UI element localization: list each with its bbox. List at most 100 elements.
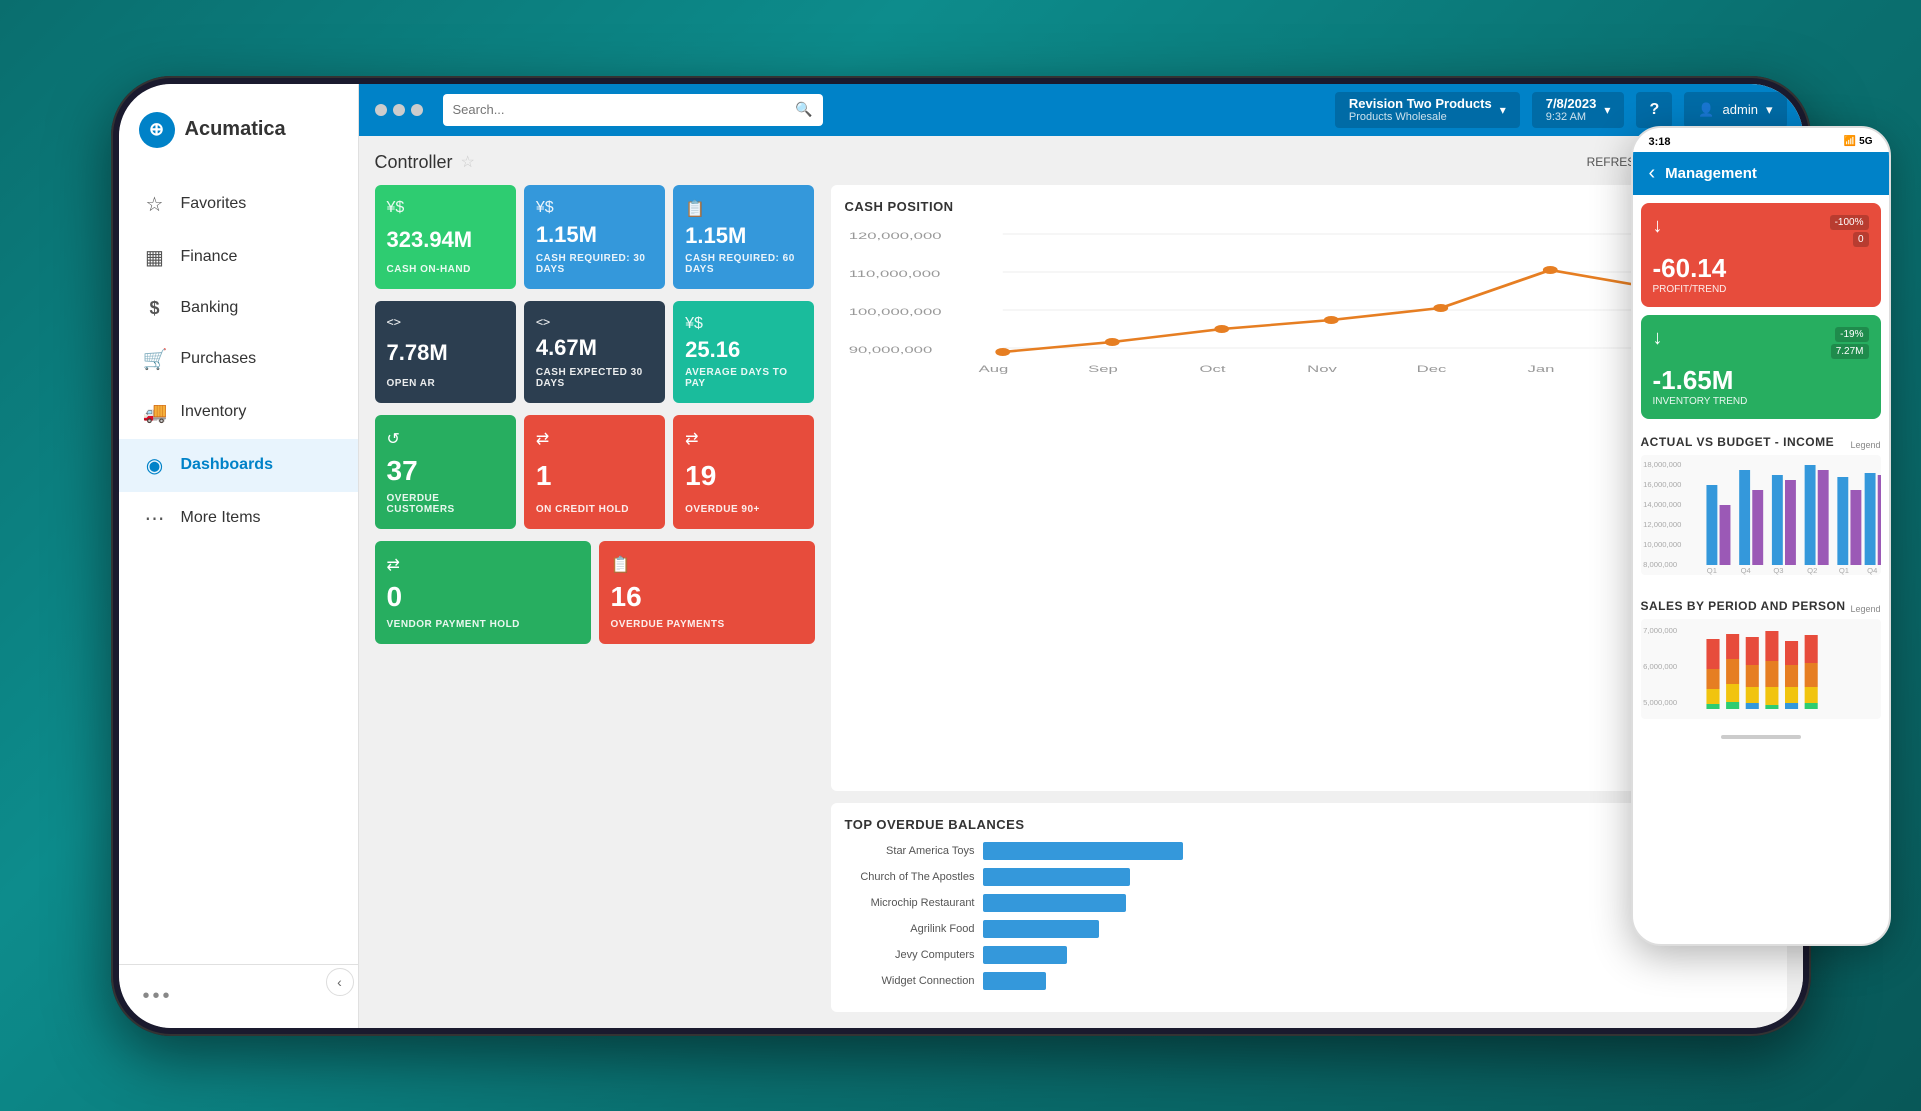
- status-card-overdue-90[interactable]: ⇄ 19 OVERDUE 90+: [673, 415, 814, 529]
- kpi-card-cash-expected[interactable]: <> 4.67M CASH EXPECTED 30 DAYS: [524, 301, 665, 403]
- svg-text:Dec: Dec: [1416, 363, 1446, 373]
- mobile-header: ‹ Management: [1633, 152, 1889, 195]
- sidebar-nav: ☆ Favorites ▦ Finance $ Banking 🛒 Purcha…: [119, 168, 358, 964]
- sidebar-logo: ⊕ Acumatica: [119, 84, 358, 168]
- kpi-label: CASH REQUIRED: 30 DAYS: [536, 253, 653, 275]
- mobile-inventory-trend-card[interactable]: ↓ -19% 7.27M -1.65M INVENTORY TREND: [1641, 315, 1881, 419]
- status-card-credit-hold[interactable]: ⇄ 1 ON CREDIT HOLD: [524, 415, 665, 529]
- logo-icon: ⊕: [139, 112, 175, 148]
- overdue-bar-fill: [983, 894, 1126, 912]
- kpi-card-cash-req-30[interactable]: ¥$ 1.15M CASH REQUIRED: 30 DAYS: [524, 185, 665, 289]
- sidebar-collapse-button[interactable]: ‹: [326, 968, 354, 996]
- svg-text:Aug: Aug: [978, 363, 1008, 373]
- search-bar[interactable]: 🔍: [443, 94, 823, 126]
- sidebar-item-finance[interactable]: ▦ Finance: [119, 231, 358, 284]
- page-header: Controller ☆ REFRESH ALL DESIGN TOOLS: [375, 152, 1787, 173]
- svg-text:10,000,000: 10,000,000: [1643, 540, 1681, 549]
- favorite-star-icon[interactable]: ☆: [461, 152, 475, 172]
- logo-text: Acumatica: [185, 118, 286, 141]
- status-card-vendor-hold[interactable]: ⇄ 0 VENDOR PAYMENT HOLD: [375, 541, 591, 644]
- yen-dollar-icon: ¥$: [685, 315, 703, 333]
- svg-text:110,000,000: 110,000,000: [848, 268, 940, 278]
- mobile-back-icon[interactable]: ‹: [1649, 162, 1656, 185]
- time-value: 9:32 AM: [1546, 111, 1597, 123]
- inventory-icon: 🚚: [143, 400, 167, 425]
- window-dot-2: [393, 104, 405, 116]
- user-button[interactable]: 👤 admin ▾: [1684, 92, 1786, 128]
- kpi-card-cash-on-hand[interactable]: ¥$ 323.94M CASH ON-HAND: [375, 185, 516, 289]
- kpi-card-avg-days[interactable]: ¥$ 25.16 AVERAGE DAYS TO PAY: [673, 301, 814, 403]
- status-card-overdue-customers[interactable]: ↺ 37 OVERDUE CUSTOMERS: [375, 415, 516, 529]
- banking-icon: $: [143, 298, 167, 319]
- status-label: VENDOR PAYMENT HOLD: [387, 619, 579, 630]
- sidebar-item-dashboards[interactable]: ◉ Dashboards: [119, 439, 358, 492]
- svg-text:100,000,000: 100,000,000: [848, 306, 941, 316]
- sidebar-item-favorites[interactable]: ☆ Favorites: [119, 178, 358, 231]
- device-screen: ⊕ Acumatica ☆ Favorites ▦ Finance $ Bank…: [119, 84, 1803, 1028]
- status-value: 1: [536, 460, 653, 492]
- date-selector[interactable]: 7/8/2023 9:32 AM ▾: [1532, 92, 1625, 128]
- kpi-value: 7.78M: [387, 342, 504, 364]
- svg-text:Q1: Q1: [1838, 566, 1848, 575]
- mobile-profit-value: -60.14: [1653, 253, 1869, 284]
- svg-text:7,000,000: 7,000,000: [1643, 626, 1677, 635]
- overdue-bar-fill: [983, 920, 1099, 938]
- mobile-sub-badge: 0: [1853, 232, 1869, 247]
- left-panels: ¥$ 323.94M CASH ON-HAND ¥$ 1.15M CASH: [375, 185, 815, 1012]
- mobile-frame: 3:18 📶 5G ‹ Management ↓ -100% 0 -60.14 …: [1631, 126, 1891, 946]
- more-dots: •••: [143, 985, 173, 1007]
- status-card-overdue-payments[interactable]: 📋 16 OVERDUE PAYMENTS: [599, 541, 815, 644]
- kpi-card-cash-req-60[interactable]: 📋 1.15M CASH REQUIRED: 60 DAYS: [673, 185, 814, 289]
- status-label: OVERDUE 90+: [685, 504, 802, 515]
- sidebar-item-purchases[interactable]: 🛒 Purchases: [119, 333, 358, 386]
- mobile-inventory-label: INVENTORY TREND: [1653, 396, 1869, 407]
- mobile-badge-group: -100% 0: [1830, 215, 1869, 247]
- kpi-card-open-ar[interactable]: <> 7.78M OPEN AR: [375, 301, 516, 403]
- mobile-down-arrow-icon: ↓: [1653, 215, 1663, 238]
- mobile-actual-vs-budget-section: ACTUAL VS BUDGET - INCOME Legend 18,000,…: [1633, 427, 1889, 591]
- svg-text:Q4: Q4: [1740, 566, 1750, 575]
- svg-text:Jan: Jan: [1527, 363, 1554, 373]
- svg-text:Q4: Q4: [1867, 566, 1877, 575]
- overdue-label: Microchip Restaurant: [845, 897, 975, 909]
- svg-text:90,000,000: 90,000,000: [848, 344, 932, 354]
- mobile-sales-title: SALES BY PERIOD AND PERSON: [1641, 599, 1846, 613]
- sidebar-item-more-items[interactable]: ⋯ More Items: [119, 492, 358, 545]
- yen-dollar-icon: ¥$: [536, 199, 554, 217]
- date-chevron-icon: ▾: [1604, 103, 1610, 117]
- mobile-sales-legend: Legend: [1850, 604, 1880, 614]
- more-items-icon: ⋯: [143, 506, 167, 531]
- kpi-value: 1.15M: [536, 224, 653, 246]
- sidebar-bottom: •••: [119, 964, 358, 1028]
- search-icon: 🔍: [795, 101, 812, 118]
- mobile-actual-vs-budget-title: ACTUAL VS BUDGET - INCOME: [1641, 435, 1835, 449]
- company-sub: Products Wholesale: [1349, 111, 1492, 123]
- svg-text:12,000,000: 12,000,000: [1643, 520, 1681, 529]
- window-dot-1: [375, 104, 387, 116]
- sidebar-item-banking[interactable]: $ Banking: [119, 284, 358, 333]
- kpi-label: CASH REQUIRED: 60 DAYS: [685, 253, 802, 275]
- kpi-header: ¥$: [387, 199, 504, 217]
- mobile-home-indicator: [1633, 727, 1889, 747]
- search-input[interactable]: [453, 102, 788, 117]
- mobile-time: 3:18: [1649, 136, 1671, 148]
- window-dots: [375, 104, 423, 116]
- svg-text:8,000,000: 8,000,000: [1643, 560, 1677, 569]
- kpi-label: AVERAGE DAYS TO PAY: [685, 367, 802, 389]
- svg-text:16,000,000: 16,000,000: [1643, 480, 1681, 489]
- svg-text:Q1: Q1: [1706, 566, 1716, 575]
- company-info: Revision Two Products Products Wholesale: [1349, 96, 1492, 124]
- dashboard-grid: ¥$ 323.94M CASH ON-HAND ¥$ 1.15M CASH: [375, 185, 1787, 1012]
- window-dot-3: [411, 104, 423, 116]
- svg-text:Q3: Q3: [1773, 566, 1783, 575]
- company-selector[interactable]: Revision Two Products Products Wholesale…: [1335, 92, 1520, 128]
- sidebar-item-label: Banking: [181, 299, 239, 317]
- sidebar-item-label: Inventory: [181, 403, 247, 421]
- kpi-header: 📋: [685, 199, 802, 219]
- svg-text:Q2: Q2: [1807, 566, 1817, 575]
- help-button[interactable]: ?: [1636, 92, 1672, 128]
- mobile-profit-trend-card[interactable]: ↓ -100% 0 -60.14 PROFIT/TREND: [1641, 203, 1881, 307]
- mobile-badge-group: -19% 7.27M: [1831, 327, 1869, 359]
- sidebar-item-inventory[interactable]: 🚚 Inventory: [119, 386, 358, 439]
- kpi-row-1: ¥$ 323.94M CASH ON-HAND ¥$ 1.15M CASH: [375, 185, 815, 289]
